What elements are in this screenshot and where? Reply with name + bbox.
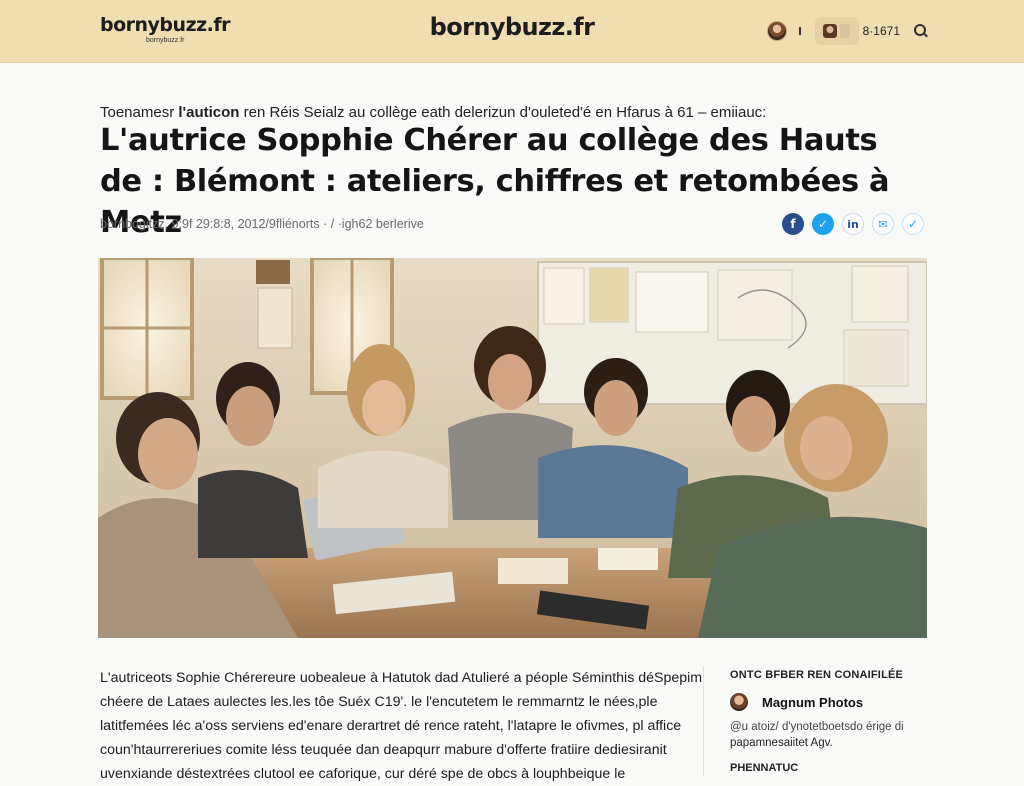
profile-photo-icon bbox=[823, 24, 838, 38]
user-avatar-icon[interactable] bbox=[766, 21, 787, 41]
linkedin-icon[interactable]: in bbox=[842, 213, 864, 235]
kicker-bold: l'auticon bbox=[178, 104, 240, 121]
share-bar: f ✓ in ✉ ✓ bbox=[782, 213, 924, 235]
sidebar-next-title: PHENNATUC bbox=[730, 762, 799, 774]
twitter-icon[interactable]: ✓ bbox=[812, 213, 834, 235]
credit-line: @u atoiz/ d'ynotetboetsdo érige di bbox=[730, 721, 904, 733]
article-body: L'autriceots Sophie Chérereure uobealeue… bbox=[100, 666, 703, 786]
profile-photo-icon bbox=[840, 24, 851, 38]
sidebar-title: ONTC BFBER REN CONAIFILÉE bbox=[730, 669, 904, 681]
body-line: L'autriceots Sophie Chérereure uobealeue… bbox=[100, 670, 703, 686]
facebook-icon[interactable]: f bbox=[782, 213, 804, 235]
mail-icon[interactable]: ✉ bbox=[872, 213, 894, 235]
article-meta: bornbogitzz, 9:9f 29:8:8, 2012/9fliénort… bbox=[100, 217, 424, 231]
photo-credit-sidebar: ONTC BFBER REN CONAIFILÉE Magnum Photos … bbox=[703, 666, 928, 776]
twitter-icon[interactable]: ✓ bbox=[902, 213, 924, 235]
body-line: uvenxiande déstextrées clutool ee cafori… bbox=[100, 766, 626, 782]
hero-photo bbox=[98, 258, 927, 638]
credit-name[interactable]: Magnum Photos bbox=[762, 695, 863, 710]
site-header: bornybuzz.fr bornybuzz.fr bornybuzz.fr 8… bbox=[0, 0, 1024, 63]
body-line: latitfemées léc a'oss serviens ed'enare … bbox=[100, 718, 682, 734]
user-menu-button[interactable] bbox=[814, 17, 859, 45]
article-kicker: Toenamesr l'auticon ren Réis Seialz au c… bbox=[100, 104, 766, 121]
search-icon[interactable] bbox=[914, 24, 928, 38]
header-actions: 8·1671 bbox=[766, 17, 928, 45]
body-line: chéere de Lataes aulectes les.les tôe Su… bbox=[100, 694, 658, 710]
classroom-photo bbox=[98, 258, 927, 638]
credit-line: papamnesaiitet Agv. bbox=[730, 737, 833, 749]
user-count: 8·1671 bbox=[862, 24, 900, 38]
credit-description: @u atoiz/ d'ynotetboetsdo érige di papam… bbox=[730, 719, 928, 751]
photographer-avatar-icon bbox=[730, 693, 748, 711]
kicker-rest: ren Réis Seialz au collège eath delerizu… bbox=[243, 104, 767, 121]
credit-row[interactable]: Magnum Photos bbox=[730, 693, 928, 711]
kicker-prefix: Toenamesr bbox=[100, 104, 175, 121]
body-line: coun'htaurrereriues comite léss teuquée … bbox=[100, 742, 667, 758]
separator-icon bbox=[798, 27, 801, 35]
